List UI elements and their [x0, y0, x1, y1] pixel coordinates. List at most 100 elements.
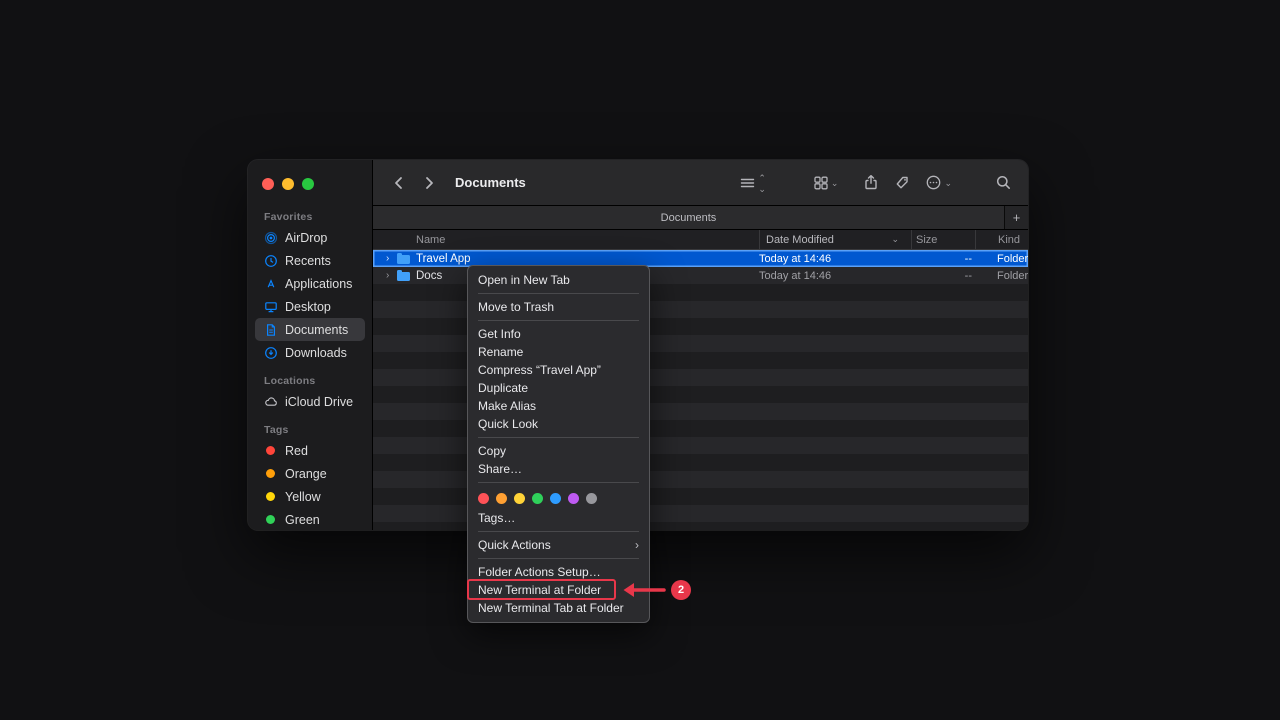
- menu-separator: [478, 293, 639, 294]
- sidebar-item-label: Orange: [285, 467, 327, 481]
- sidebar-item-icloud-drive[interactable]: iCloud Drive: [255, 390, 365, 413]
- column-header-date-modified[interactable]: Date Modified ⌄: [759, 230, 911, 249]
- annotation-step-badge: 2: [671, 580, 691, 600]
- column-header-kind[interactable]: Kind: [975, 230, 1028, 249]
- share-button[interactable]: [863, 174, 879, 191]
- zoom-button[interactable]: [302, 178, 314, 190]
- menu-item-get-info[interactable]: Get Info: [468, 325, 649, 343]
- sidebar-item-downloads[interactable]: Downloads: [255, 341, 365, 364]
- airdrop-icon: [264, 231, 278, 245]
- menu-separator: [478, 558, 639, 559]
- sidebar-item-label: Applications: [285, 277, 352, 291]
- sidebar-item-recents[interactable]: Recents: [255, 249, 365, 272]
- sidebar-item-desktop[interactable]: Desktop: [255, 295, 365, 318]
- sidebar-tag-red[interactable]: Red: [255, 439, 365, 462]
- view-mode-button[interactable]: ⌃⌄: [739, 172, 766, 194]
- folder-icon: [397, 255, 410, 264]
- gray-tag-swatch[interactable]: [586, 493, 597, 504]
- menu-item-duplicate[interactable]: Duplicate: [468, 379, 649, 397]
- disclosure-chevron-icon[interactable]: ›: [386, 253, 396, 264]
- yellow-tag-swatch[interactable]: [514, 493, 525, 504]
- green-tag-icon: [266, 515, 275, 524]
- sidebar-tag-green[interactable]: Green: [255, 508, 365, 530]
- sidebar-item-documents[interactable]: Documents: [255, 318, 365, 341]
- tags-section-label: Tags: [264, 424, 372, 436]
- submenu-chevron-icon: ›: [635, 538, 639, 552]
- menu-item-rename[interactable]: Rename: [468, 343, 649, 361]
- chevron-updown-icon: ⌃⌄: [758, 173, 766, 195]
- search-button[interactable]: [995, 174, 1012, 191]
- toolbar-buttons: ⌃⌄ ⌄ ⌄: [739, 172, 1012, 194]
- sort-chevron-icon: ⌄: [891, 234, 911, 245]
- context-menu: Open in New Tab Move to Trash Get Info R…: [467, 265, 650, 623]
- chevron-down-icon: ⌄: [944, 178, 952, 189]
- menu-separator: [478, 531, 639, 532]
- cloud-icon: [264, 395, 278, 409]
- plus-icon: +: [1013, 210, 1021, 225]
- applications-icon: [264, 277, 278, 291]
- list-view-icon: [739, 175, 756, 191]
- forward-button[interactable]: [419, 172, 439, 194]
- menu-item-open-in-new-tab[interactable]: Open in New Tab: [468, 271, 649, 289]
- tab-documents[interactable]: Documents: [373, 206, 1005, 229]
- minimize-button[interactable]: [282, 178, 294, 190]
- more-actions-button[interactable]: ⌄: [925, 174, 952, 191]
- menu-item-move-to-trash[interactable]: Move to Trash: [468, 298, 649, 316]
- traffic-lights: [248, 160, 372, 200]
- sidebar-item-label: AirDrop: [285, 231, 327, 245]
- disclosure-chevron-icon[interactable]: ›: [386, 270, 396, 281]
- file-name: Docs: [416, 270, 442, 282]
- sidebar-item-label: Green: [285, 513, 320, 527]
- menu-item-copy[interactable]: Copy: [468, 442, 649, 460]
- menu-item-new-terminal-tab-at-folder[interactable]: New Terminal Tab at Folder: [468, 599, 649, 617]
- sidebar-item-label: Red: [285, 444, 308, 458]
- file-kind: Folder: [975, 270, 1028, 282]
- annotation-arrow-icon: [620, 580, 668, 600]
- sidebar-item-label: Yellow: [285, 490, 321, 504]
- green-tag-swatch[interactable]: [532, 493, 543, 504]
- close-button[interactable]: [262, 178, 274, 190]
- sidebar: Favorites AirDrop Recents Applications: [248, 160, 373, 530]
- sidebar-item-label: Desktop: [285, 300, 331, 314]
- sidebar-item-label: Downloads: [285, 346, 347, 360]
- new-tab-button[interactable]: +: [1005, 206, 1028, 229]
- toolbar: Documents ⌃⌄ ⌄: [373, 160, 1028, 206]
- column-header-size[interactable]: Size: [911, 230, 975, 249]
- tags-button[interactable]: [894, 175, 910, 191]
- favorites-section-label: Favorites: [264, 211, 372, 223]
- sidebar-tag-yellow[interactable]: Yellow: [255, 485, 365, 508]
- locations-section-label: Locations: [264, 375, 372, 387]
- red-tag-swatch[interactable]: [478, 493, 489, 504]
- menu-item-quick-actions[interactable]: Quick Actions ›: [468, 536, 649, 554]
- file-kind: Folder: [975, 253, 1028, 265]
- sidebar-item-airdrop[interactable]: AirDrop: [255, 226, 365, 249]
- tab-bar: Documents +: [373, 206, 1028, 230]
- more-circle-icon: [925, 174, 942, 191]
- menu-item-make-alias[interactable]: Make Alias: [468, 397, 649, 415]
- menu-tag-color-row: [468, 487, 649, 509]
- purple-tag-swatch[interactable]: [568, 493, 579, 504]
- menu-item-folder-actions-setup[interactable]: Folder Actions Setup…: [468, 563, 649, 581]
- blue-tag-swatch[interactable]: [550, 493, 561, 504]
- document-icon: [264, 323, 278, 337]
- menu-separator: [478, 320, 639, 321]
- sidebar-item-applications[interactable]: Applications: [255, 272, 365, 295]
- file-size: --: [911, 270, 975, 282]
- column-headers: Name Date Modified ⌄ Size Kind: [373, 230, 1028, 250]
- download-circle-icon: [264, 346, 278, 360]
- orange-tag-swatch[interactable]: [496, 493, 507, 504]
- group-button[interactable]: ⌄: [813, 175, 839, 191]
- menu-item-compress[interactable]: Compress “Travel App”: [468, 361, 649, 379]
- back-button[interactable]: [389, 172, 409, 194]
- menu-item-share[interactable]: Share…: [468, 460, 649, 478]
- menu-item-new-terminal-at-folder[interactable]: New Terminal at Folder 2: [468, 581, 649, 599]
- file-date-modified: Today at 14:46: [759, 270, 911, 282]
- group-view-icon: [813, 175, 829, 191]
- column-header-name[interactable]: Name: [373, 230, 759, 249]
- tag-icon: [894, 175, 910, 191]
- menu-item-tags[interactable]: Tags…: [468, 509, 649, 527]
- desktop-background: Favorites AirDrop Recents Applications: [0, 0, 1280, 720]
- desktop-icon: [264, 300, 278, 314]
- sidebar-tag-orange[interactable]: Orange: [255, 462, 365, 485]
- menu-item-quick-look[interactable]: Quick Look: [468, 415, 649, 433]
